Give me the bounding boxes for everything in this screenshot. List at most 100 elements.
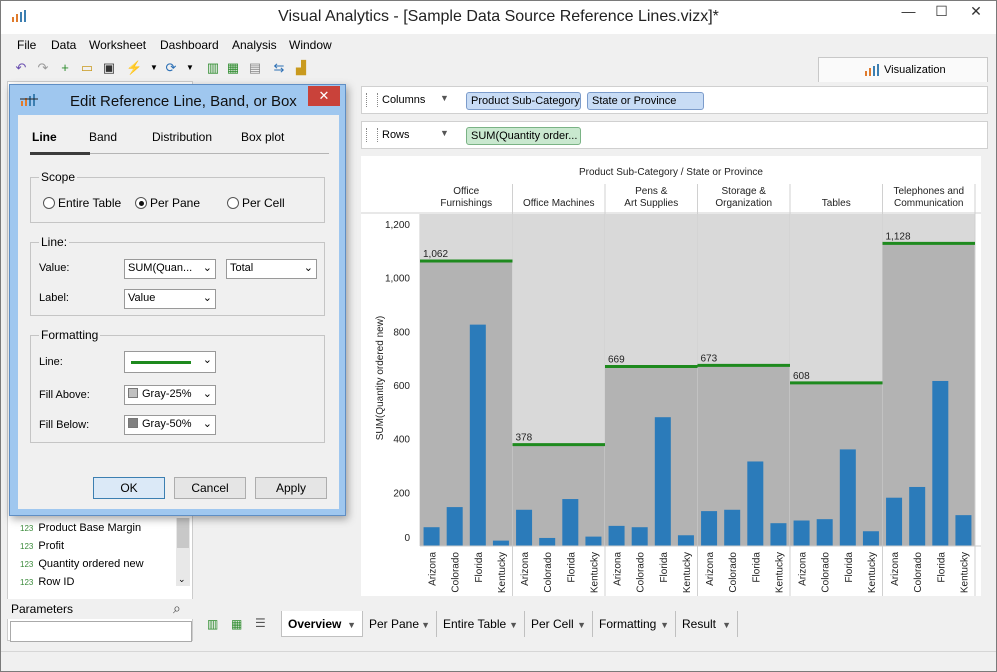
sheet-tab-overview[interactable]: Overview ▼	[281, 611, 363, 637]
sort-icon[interactable]: ▟	[293, 60, 309, 76]
radio-icon	[43, 197, 55, 209]
menu-file[interactable]: File	[17, 38, 36, 52]
columns-dropdown-icon[interactable]: ▼	[440, 93, 449, 103]
bar	[839, 449, 856, 546]
window-title: Visual Analytics - [Sample Data Source R…	[278, 8, 719, 25]
field-item[interactable]: 123 Quantity ordered new	[20, 558, 144, 570]
new-icon[interactable]: +	[57, 60, 73, 76]
pane-header-label: Art Supplies	[624, 198, 678, 209]
menu-window[interactable]: Window	[289, 38, 332, 52]
redo-icon[interactable]: ↷	[35, 60, 51, 76]
active-tab-indicator	[30, 152, 90, 155]
open-folder-icon[interactable]: ▭	[79, 60, 95, 76]
columns-pill-state[interactable]: State or Province	[587, 92, 704, 110]
scrollbar-thumb[interactable]	[177, 518, 189, 548]
new-sheet-icon[interactable]: ▥	[207, 617, 218, 631]
chevron-down-icon: ⌄	[202, 292, 212, 304]
fill-above-band	[790, 214, 883, 383]
sheet-tab-entire-table[interactable]: Entire Table ▼	[437, 611, 525, 637]
columns-grip-icon	[366, 93, 378, 107]
scope-title: Scope	[39, 170, 78, 184]
dialog-tab-box-plot[interactable]: Box plot	[241, 130, 284, 144]
chevron-down-icon: ⌄	[202, 354, 212, 366]
swap-icon[interactable]: ⇆	[271, 60, 287, 76]
rows-dropdown-icon[interactable]: ▼	[440, 128, 449, 138]
ok-button[interactable]: OK	[93, 477, 165, 499]
maximize-button[interactable]: ☐	[925, 1, 958, 23]
pane-header-label: Telephones and	[893, 186, 964, 197]
field-list-scrollbar[interactable]: ⌄	[176, 518, 190, 586]
x-tick-label: Colorado	[913, 552, 924, 593]
rows-shelf[interactable]: Rows ▼ SUM(Quantity order...	[361, 121, 988, 149]
bar	[423, 527, 440, 546]
line-style-select[interactable]: ⌄	[124, 351, 216, 373]
new-worksheet-icon[interactable]: ▥	[205, 60, 221, 76]
tab-visualization[interactable]: Visualization	[818, 57, 988, 82]
parameters-header: Parameters ⌕	[7, 599, 193, 619]
visualization-icon	[865, 64, 879, 79]
x-tick-label: Florida	[936, 552, 947, 583]
menu-analysis[interactable]: Analysis	[232, 38, 277, 52]
rows-label: Rows	[382, 129, 410, 141]
rows-grip-icon	[366, 128, 378, 142]
pane-header-label: Storage &	[722, 186, 767, 197]
run-icon[interactable]: ⚡	[126, 60, 142, 76]
fill-above-select[interactable]: Gray-25% ⌄	[124, 385, 216, 405]
tab-dropdown-icon: ▼	[577, 620, 586, 630]
duplicate-worksheet-icon[interactable]: ▦	[225, 60, 241, 76]
dialog-tab-distribution[interactable]: Distribution	[152, 130, 212, 144]
fill-above-swatch	[128, 388, 138, 398]
dialog-tab-band[interactable]: Band	[89, 130, 117, 144]
field-item[interactable]: 123 Profit	[20, 540, 64, 552]
columns-pill-sub-category[interactable]: Product Sub-Category	[466, 92, 581, 110]
columns-shelf[interactable]: Columns ▼ Product Sub-Category State or …	[361, 86, 988, 114]
sheet-tab-per-cell[interactable]: Per Cell ▼	[525, 611, 593, 637]
sheet-tab-result[interactable]: Result ▼	[676, 611, 738, 637]
menu-dashboard[interactable]: Dashboard	[160, 38, 219, 52]
dialog-tab-line[interactable]: Line	[32, 130, 57, 144]
new-dashboard-icon[interactable]: ▦	[231, 617, 242, 631]
sheet-tab-formatting[interactable]: Formatting ▼	[593, 611, 676, 637]
save-icon[interactable]: ▣	[101, 60, 117, 76]
menu-data[interactable]: Data	[51, 38, 76, 52]
x-tick-label: Arizona	[520, 552, 531, 586]
sheet-tab-per-pane[interactable]: Per Pane ▼	[363, 611, 437, 637]
line-color-swatch	[131, 361, 191, 364]
close-button[interactable]: ✕	[958, 1, 994, 23]
pane-header-label: Organization	[715, 198, 772, 209]
menu-worksheet[interactable]: Worksheet	[89, 38, 146, 52]
tab-dropdown-icon: ▼	[421, 620, 430, 630]
scroll-down-icon[interactable]: ⌄	[178, 574, 186, 585]
cancel-button[interactable]: Cancel	[174, 477, 246, 499]
sheet-tab-bar: ▥ ▦ ☰ Overview ▼ Per Pane ▼ Entire Table ▼ …	[199, 611, 989, 637]
run-dropdown-icon[interactable]: ▼	[146, 60, 162, 76]
parameters-input[interactable]	[10, 621, 192, 642]
field-item[interactable]: 123 Row ID	[20, 576, 74, 588]
scope-per-cell-radio[interactable]: Per Cell	[227, 196, 285, 210]
chevron-down-icon: ⌄	[202, 418, 212, 430]
scope-entire-table-radio[interactable]: Entire Table	[43, 196, 121, 210]
x-tick-label: Arizona	[613, 552, 624, 586]
fill-below-select[interactable]: Gray-50% ⌄	[124, 415, 216, 435]
minimize-button[interactable]: —	[892, 1, 925, 23]
tab-dropdown-icon: ▼	[347, 620, 356, 630]
pane-header-label: Communication	[894, 198, 963, 209]
search-icon[interactable]: ⌕	[173, 600, 181, 617]
dialog-close-button[interactable]: ✕	[308, 86, 340, 106]
clear-worksheet-icon[interactable]: ▤	[247, 60, 263, 76]
fill-below-band	[605, 366, 698, 546]
refresh-icon[interactable]: ⟳	[163, 60, 179, 76]
apply-button[interactable]: Apply	[255, 477, 327, 499]
field-item[interactable]: 123 Product Base Margin	[20, 522, 141, 534]
value-field-select[interactable]: SUM(Quan... ⌄	[124, 259, 216, 279]
x-tick-label: Kentucky	[589, 552, 600, 593]
sheet-list-icon[interactable]: ☰	[255, 616, 266, 630]
title-bar: Visual Analytics - [Sample Data Source R…	[1, 1, 996, 34]
undo-icon[interactable]: ↶	[13, 60, 29, 76]
value-aggregation-select[interactable]: Total ⌄	[226, 259, 317, 279]
label-select[interactable]: Value ⌄	[124, 289, 216, 309]
refresh-dropdown-icon[interactable]: ▼	[182, 60, 198, 76]
scope-per-pane-radio[interactable]: Per Pane	[135, 196, 200, 210]
rows-pill-quantity[interactable]: SUM(Quantity order...	[466, 127, 581, 145]
x-tick-label: Florida	[751, 552, 762, 583]
